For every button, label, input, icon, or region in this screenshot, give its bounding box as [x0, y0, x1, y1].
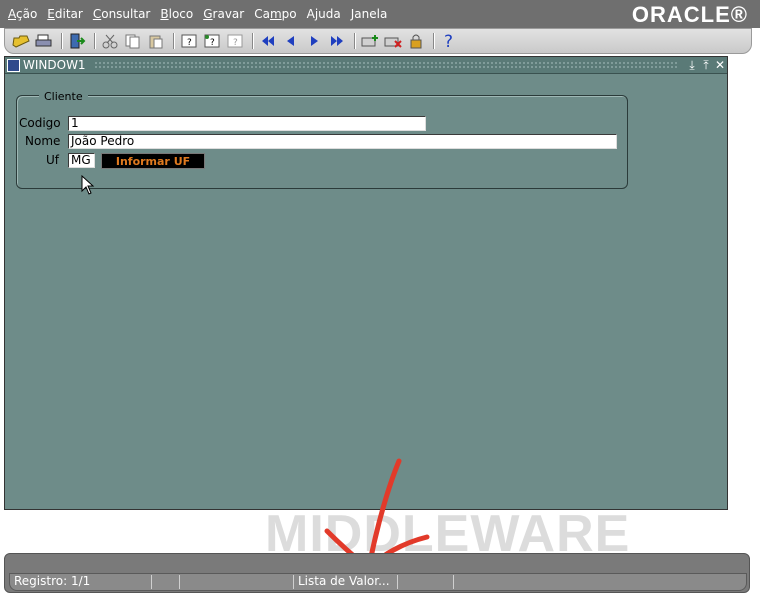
- minimize-icon[interactable]: ⤓: [685, 58, 699, 73]
- next-record-icon[interactable]: [304, 31, 324, 51]
- mouse-cursor-icon: [81, 175, 95, 195]
- codigo-field[interactable]: 1: [68, 116, 426, 131]
- last-record-icon[interactable]: [327, 31, 347, 51]
- status-record: Registro: 1/1: [10, 575, 152, 589]
- status-cell-empty: [398, 575, 454, 589]
- query-enter-icon[interactable]: ?: [179, 31, 199, 51]
- open-folder-icon[interactable]: [11, 31, 31, 51]
- lock-record-icon[interactable]: [406, 31, 426, 51]
- uf-label: Uf: [46, 153, 60, 167]
- form-window: WINDOW1 ⤓ ⤒ ✕ Cliente Codigo 1 Nome João…: [4, 56, 728, 510]
- maximize-icon[interactable]: ⤒: [699, 58, 713, 73]
- titlebar-pattern: [93, 60, 677, 70]
- query-count-icon[interactable]: ?: [225, 31, 245, 51]
- toolbar-separator: [433, 33, 435, 49]
- toolbar-separator: [94, 33, 96, 49]
- oracle-forms-screen: Ação Editar Consultar Bloco Gravar Campo…: [0, 0, 760, 598]
- toolbar-separator: [354, 33, 356, 49]
- menu-consultar[interactable]: Consultar: [93, 7, 151, 21]
- toolbar: ? ? ? ?: [4, 28, 752, 54]
- menu-janela[interactable]: Janela: [351, 7, 388, 21]
- first-record-icon[interactable]: [258, 31, 278, 51]
- close-icon[interactable]: ✕: [713, 58, 727, 72]
- menu-editar[interactable]: Editar: [47, 7, 83, 21]
- print-icon[interactable]: [34, 31, 54, 51]
- svg-text:?: ?: [187, 38, 192, 48]
- window-titlebar: WINDOW1 ⤓ ⤒ ✕: [5, 57, 727, 74]
- nome-field[interactable]: João Pedro: [68, 134, 617, 149]
- previous-record-icon[interactable]: [281, 31, 301, 51]
- menu-bar: Ação Editar Consultar Bloco Gravar Campo…: [0, 0, 760, 28]
- help-icon[interactable]: ?: [439, 31, 459, 51]
- status-cell-empty: [152, 575, 180, 589]
- codigo-label: Codigo: [19, 116, 61, 130]
- informar-uf-button[interactable]: Informar UF: [101, 153, 205, 169]
- window-title: WINDOW1: [23, 58, 86, 72]
- menu-ajuda[interactable]: Ajuda: [307, 7, 341, 21]
- oracle-logo: ORACLE®: [631, 2, 748, 27]
- nome-label: Nome: [25, 134, 61, 148]
- menu-campo[interactable]: Campo: [254, 7, 296, 21]
- group-title: Cliente: [39, 90, 88, 103]
- menu-bloco[interactable]: Bloco: [160, 7, 193, 21]
- svg-text:?: ?: [233, 38, 238, 48]
- status-cell-empty: [180, 575, 294, 589]
- toolbar-separator: [252, 33, 254, 49]
- query-execute-icon[interactable]: ?: [202, 31, 222, 51]
- menu-acao[interactable]: Ação: [8, 7, 37, 21]
- cut-icon[interactable]: [100, 31, 120, 51]
- copy-icon[interactable]: [123, 31, 143, 51]
- status-row: Registro: 1/1 Lista de Valor...: [9, 573, 747, 591]
- delete-record-icon[interactable]: [383, 31, 403, 51]
- status-message: Lista de Valor...: [294, 575, 398, 589]
- window-icon: [7, 58, 20, 72]
- status-bar: Registro: 1/1 Lista de Valor...: [4, 553, 750, 593]
- paste-icon[interactable]: [146, 31, 166, 51]
- uf-field[interactable]: MG: [68, 153, 95, 168]
- toolbar-separator: [61, 33, 63, 49]
- menu-gravar[interactable]: Gravar: [203, 7, 244, 21]
- insert-record-icon[interactable]: [360, 31, 380, 51]
- toolbar-separator: [173, 33, 175, 49]
- exit-icon[interactable]: [67, 31, 87, 51]
- svg-text:?: ?: [210, 38, 215, 48]
- svg-text:?: ?: [444, 32, 453, 50]
